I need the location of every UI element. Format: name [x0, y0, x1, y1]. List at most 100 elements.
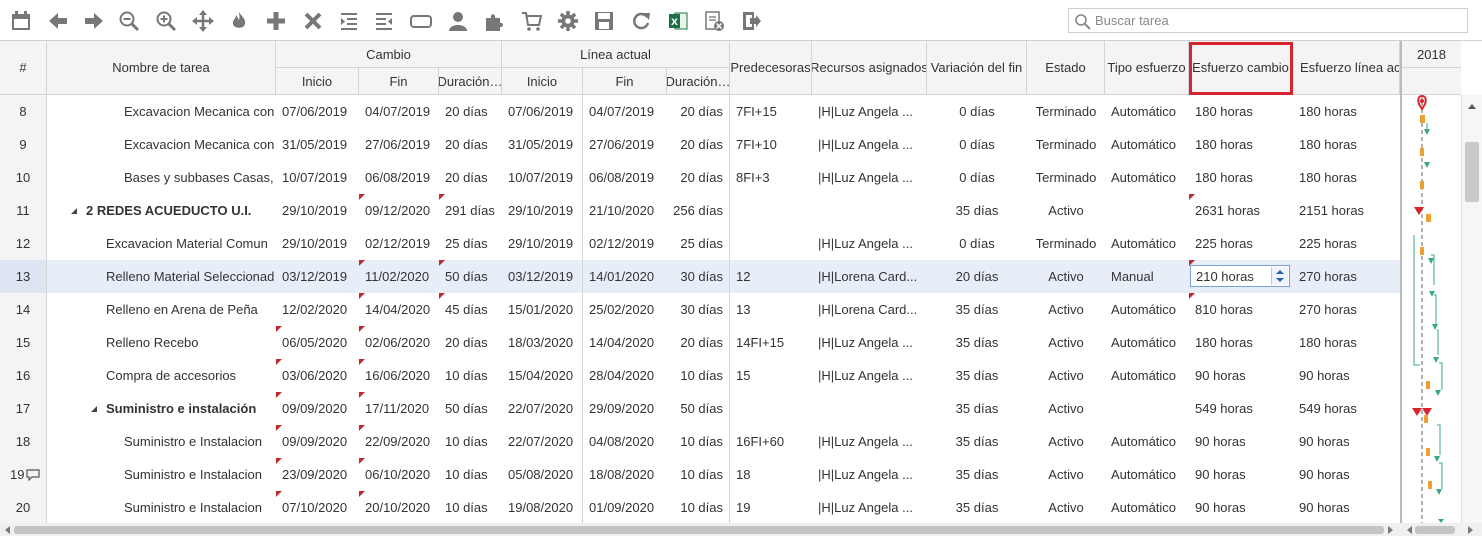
cell-fin-linea[interactable]: 02/12/2019: [583, 227, 667, 260]
cell-tipo-esfuerzo[interactable]: Automático: [1105, 359, 1189, 392]
cell-fin[interactable]: 09/12/2020: [359, 194, 439, 227]
cell-variacion-fin[interactable]: 35 días: [927, 425, 1027, 458]
cell-esfuerzo-linea[interactable]: 180 horas: [1293, 128, 1400, 161]
search-input[interactable]: [1095, 11, 1455, 30]
cell-variacion-fin[interactable]: 0 días: [927, 227, 1027, 260]
cell-recursos[interactable]: |H|Luz Angela ...: [812, 326, 927, 359]
cell-duracion-linea[interactable]: 10 días: [667, 458, 730, 491]
cell-duracion-linea[interactable]: 10 días: [667, 425, 730, 458]
cell-inicio-linea[interactable]: 19/08/2020: [502, 491, 583, 523]
cell-inicio[interactable]: 29/10/2019: [276, 227, 359, 260]
delete-icon[interactable]: [300, 8, 326, 34]
cell-duracion[interactable]: 20 días: [439, 326, 502, 359]
cell-inicio[interactable]: 12/02/2020: [276, 293, 359, 326]
cell-esfuerzo-linea[interactable]: 180 horas: [1293, 326, 1400, 359]
cell-predecesoras[interactable]: 18: [730, 458, 812, 491]
cell-esfuerzo-cambio[interactable]: 180 horas: [1189, 95, 1293, 128]
cell-duracion[interactable]: 50 días: [439, 260, 502, 293]
cell-predecesoras[interactable]: 14FI+15: [730, 326, 812, 359]
cell-variacion-fin[interactable]: 0 días: [927, 95, 1027, 128]
refresh-icon[interactable]: [628, 8, 654, 34]
cell-duracion[interactable]: 20 días: [439, 128, 502, 161]
cell-predecesoras[interactable]: [730, 227, 812, 260]
esfuerzo-cambio-input[interactable]: 210 horas: [1190, 265, 1290, 287]
cell-esfuerzo-linea[interactable]: 90 horas: [1293, 458, 1400, 491]
add-icon[interactable]: [263, 8, 289, 34]
cell-recursos[interactable]: |H|Luz Angela ...: [812, 491, 927, 523]
row-number[interactable]: 20: [0, 491, 47, 523]
table-row[interactable]: 11 2 REDES ACUEDUCTO U.I. 29/10/2019 09/12/…: [0, 194, 1400, 227]
table-row[interactable]: 17 Suministro e instalación 09/09/2020 17/1…: [0, 392, 1400, 425]
cell-duracion-linea[interactable]: 10 días: [667, 359, 730, 392]
gantt-horizontal-scrollbar[interactable]: [1400, 523, 1482, 536]
gantt-scroll-right-icon[interactable]: [1466, 524, 1476, 536]
gantt-panel[interactable]: 2018: [1400, 41, 1461, 523]
row-number[interactable]: 10: [0, 161, 47, 194]
cell-recursos[interactable]: [812, 194, 927, 227]
cell-fin-linea[interactable]: 29/09/2020: [583, 392, 667, 425]
cell-task-name[interactable]: Relleno en Arena de Peña: [47, 293, 276, 326]
header-estado[interactable]: Estado: [1027, 41, 1105, 95]
cell-estado[interactable]: Activo: [1027, 458, 1105, 491]
cell-predecesoras[interactable]: 16FI+60: [730, 425, 812, 458]
scroll-up-icon[interactable]: [1466, 101, 1478, 111]
header-num[interactable]: #: [0, 41, 47, 95]
cell-predecesoras[interactable]: 7FI+15: [730, 95, 812, 128]
table-row[interactable]: 14 Relleno en Arena de Peña 12/02/2020 14/0…: [0, 293, 1400, 326]
cell-esfuerzo-linea[interactable]: 180 horas: [1293, 161, 1400, 194]
cell-task-name[interactable]: Excavacion Material Comun: [47, 227, 276, 260]
table-row[interactable]: 18 Suministro e Instalacion 09/09/2020 22/0…: [0, 425, 1400, 458]
cell-duracion-linea[interactable]: 20 días: [667, 95, 730, 128]
header-inicio-linea[interactable]: Inicio: [502, 68, 583, 95]
collapse-toggle-icon[interactable]: [89, 404, 106, 414]
cell-esfuerzo-cambio[interactable]: 210 horas: [1189, 260, 1293, 293]
header-variacion[interactable]: Variación del fin: [927, 41, 1027, 95]
clear-sheet-icon[interactable]: [701, 8, 727, 34]
cell-fin-linea[interactable]: 04/07/2019: [583, 95, 667, 128]
gantt-scroll-left-icon[interactable]: [1404, 524, 1414, 536]
cell-esfuerzo-linea[interactable]: 2151 horas: [1293, 194, 1400, 227]
table-row[interactable]: 13 Relleno Material Seleccionad 03/12/2019…: [0, 260, 1400, 293]
move-icon[interactable]: [190, 8, 216, 34]
cell-tipo-esfuerzo[interactable]: [1105, 392, 1189, 425]
cell-fin[interactable]: 04/07/2019: [359, 95, 439, 128]
cell-inicio[interactable]: 07/06/2019: [276, 95, 359, 128]
cell-fin-linea[interactable]: 01/09/2020: [583, 491, 667, 523]
cell-inicio[interactable]: 10/07/2019: [276, 161, 359, 194]
cell-inicio[interactable]: 31/05/2019: [276, 128, 359, 161]
cell-tipo-esfuerzo[interactable]: Automático: [1105, 128, 1189, 161]
table-row[interactable]: 19 Suministro e Instalacion 23/09/2020 06/1…: [0, 458, 1400, 491]
cell-variacion-fin[interactable]: 35 días: [927, 194, 1027, 227]
cell-inicio-linea[interactable]: 10/07/2019: [502, 161, 583, 194]
header-esfuerzo-cambio[interactable]: Esfuerzo cambio: [1189, 41, 1293, 95]
cell-inicio[interactable]: 03/12/2019: [276, 260, 359, 293]
indent-icon[interactable]: [336, 8, 362, 34]
cell-fin-linea[interactable]: 21/10/2020: [583, 194, 667, 227]
cell-inicio-linea[interactable]: 07/06/2019: [502, 95, 583, 128]
cell-duracion[interactable]: 10 días: [439, 491, 502, 523]
cell-fin[interactable]: 27/06/2019: [359, 128, 439, 161]
cell-esfuerzo-cambio[interactable]: 180 horas: [1189, 161, 1293, 194]
cell-variacion-fin[interactable]: 35 días: [927, 359, 1027, 392]
cell-task-name[interactable]: Relleno Recebo: [47, 326, 276, 359]
cell-estado[interactable]: Activo: [1027, 491, 1105, 523]
cell-predecesoras[interactable]: 19: [730, 491, 812, 523]
cell-tipo-esfuerzo[interactable]: Automático: [1105, 161, 1189, 194]
cell-predecesoras[interactable]: 12: [730, 260, 812, 293]
cell-fin-linea[interactable]: 18/08/2020: [583, 458, 667, 491]
cell-variacion-fin[interactable]: 35 días: [927, 392, 1027, 425]
cell-tipo-esfuerzo[interactable]: Manual: [1105, 260, 1189, 293]
cell-tipo-esfuerzo[interactable]: Automático: [1105, 458, 1189, 491]
cell-inicio[interactable]: 29/10/2019: [276, 194, 359, 227]
header-esfuerzo-linea[interactable]: Esfuerzo línea act: [1293, 41, 1400, 95]
cell-duracion-linea[interactable]: 20 días: [667, 161, 730, 194]
cell-duracion[interactable]: 45 días: [439, 293, 502, 326]
cell-task-name[interactable]: Excavacion Mecanica con: [47, 128, 276, 161]
cell-fin[interactable]: 22/09/2020: [359, 425, 439, 458]
settings-gear-icon[interactable]: [555, 8, 581, 34]
cell-fin-linea[interactable]: 27/06/2019: [583, 128, 667, 161]
cell-tipo-esfuerzo[interactable]: Automático: [1105, 326, 1189, 359]
cell-recursos[interactable]: |H|Luz Angela ...: [812, 458, 927, 491]
cell-estado[interactable]: Terminado: [1027, 227, 1105, 260]
cell-estado[interactable]: Terminado: [1027, 161, 1105, 194]
